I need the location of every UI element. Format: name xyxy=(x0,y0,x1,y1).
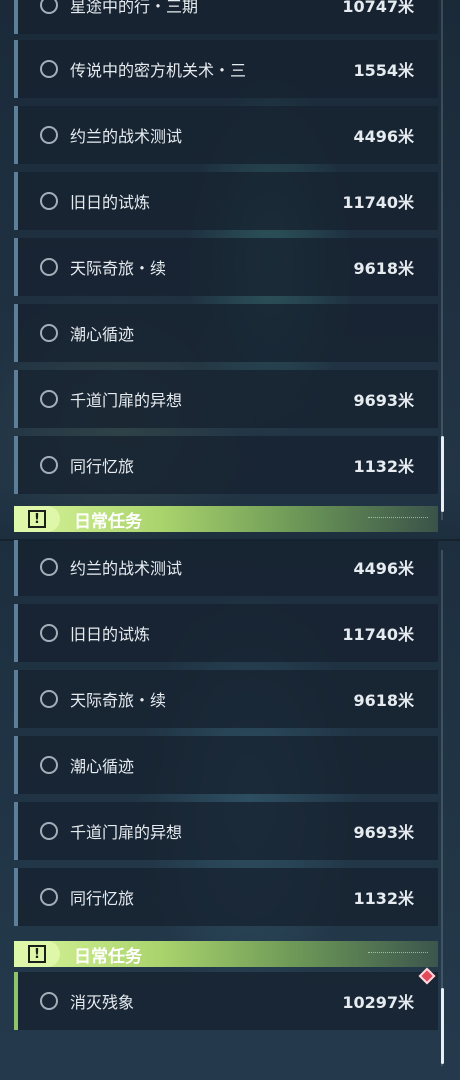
radio-circle-icon xyxy=(40,192,58,210)
quest-row[interactable]: 千道门扉的异想 9693米 xyxy=(14,370,438,428)
quest-row[interactable]: 同行忆旅 1132米 xyxy=(14,436,438,494)
quest-name: 潮心循迹 xyxy=(70,325,135,344)
quest-distance: 1132米 xyxy=(353,889,414,908)
radio-circle-icon xyxy=(40,324,58,342)
quest-distance: 10297米 xyxy=(342,993,414,1012)
quest-name: 旧日的试炼 xyxy=(70,193,151,212)
section-title: 日常任务 xyxy=(74,511,142,532)
section-header-daily[interactable]: ! 日常任务 xyxy=(14,506,438,532)
radio-circle-icon xyxy=(40,126,58,144)
radio-circle-icon xyxy=(40,258,58,276)
daily-quest-row[interactable]: 消灭残象 10297米 xyxy=(14,972,438,1030)
quest-distance: 11740米 xyxy=(342,625,414,644)
quest-row[interactable]: 千道门扉的异想 9693米 xyxy=(14,802,438,860)
radio-circle-icon xyxy=(40,822,58,840)
quest-name: 同行忆旅 xyxy=(70,889,135,908)
exclamation-icon: ! xyxy=(14,941,60,967)
quest-row[interactable]: 潮心循迹 xyxy=(14,304,438,362)
scrollbar-thumb[interactable] xyxy=(441,988,444,1064)
quest-name: 约兰的战术测试 xyxy=(70,127,183,146)
radio-circle-icon xyxy=(40,0,58,14)
radio-circle-icon xyxy=(40,690,58,708)
radio-circle-icon xyxy=(40,60,58,78)
radio-circle-icon xyxy=(40,456,58,474)
quest-list-panel-top: 星途中的行・三期 10747米 传说中的密方机关术・三 1554米 约兰的战术测… xyxy=(0,0,460,540)
section-header-daily[interactable]: ! 日常任务 xyxy=(14,941,438,967)
quest-list-panel-bottom: 约兰的战术测试 4496米 旧日的试炼 11740米 天际奇旅・续 9618米 … xyxy=(0,540,460,1080)
radio-circle-icon xyxy=(40,992,58,1010)
quest-name: 消灭残象 xyxy=(70,993,135,1012)
quest-distance: 4496米 xyxy=(353,127,414,146)
quest-row[interactable]: 天际奇旅・续 9618米 xyxy=(14,670,438,728)
quest-name: 星途中的行・三期 xyxy=(70,0,199,16)
decorative-line xyxy=(368,517,428,520)
quest-row[interactable]: 约兰的战术测试 4496米 xyxy=(14,106,438,164)
quest-name: 约兰的战术测试 xyxy=(70,559,183,578)
section-title: 日常任务 xyxy=(74,946,142,967)
quest-name: 千道门扉的异想 xyxy=(70,391,183,410)
radio-circle-icon xyxy=(40,756,58,774)
quest-name: 同行忆旅 xyxy=(70,457,135,476)
quest-row[interactable]: 旧日的试炼 11740米 xyxy=(14,172,438,230)
quest-row[interactable]: 旧日的试炼 11740米 xyxy=(14,604,438,662)
quest-row[interactable]: 约兰的战术测试 4496米 xyxy=(14,540,438,596)
quest-name: 旧日的试炼 xyxy=(70,625,151,644)
quest-name: 传说中的密方机关术・三 xyxy=(70,61,247,80)
scrollbar-thumb[interactable] xyxy=(441,436,444,512)
quest-distance: 9693米 xyxy=(353,823,414,842)
decorative-line xyxy=(368,952,428,955)
quest-row[interactable]: 星途中的行・三期 10747米 xyxy=(14,0,438,34)
quest-row[interactable]: 天际奇旅・续 9618米 xyxy=(14,238,438,296)
quest-name: 潮心循迹 xyxy=(70,757,135,776)
quest-distance: 10747米 xyxy=(342,0,414,16)
quest-distance: 1132米 xyxy=(353,457,414,476)
exclamation-icon: ! xyxy=(14,506,60,532)
quest-name: 天际奇旅・续 xyxy=(70,259,167,278)
quest-distance: 11740米 xyxy=(342,193,414,212)
radio-circle-icon xyxy=(40,558,58,576)
quest-row[interactable]: 潮心循迹 xyxy=(14,736,438,794)
quest-name: 千道门扉的异想 xyxy=(70,823,183,842)
quest-row[interactable]: 传说中的密方机关术・三 1554米 xyxy=(14,40,438,98)
radio-circle-icon xyxy=(40,624,58,642)
radio-circle-icon xyxy=(40,888,58,906)
radio-circle-icon xyxy=(40,390,58,408)
quest-distance: 1554米 xyxy=(353,61,414,80)
quest-distance: 9618米 xyxy=(353,691,414,710)
quest-distance: 4496米 xyxy=(353,559,414,578)
quest-distance: 9618米 xyxy=(353,259,414,278)
quest-name: 天际奇旅・续 xyxy=(70,691,167,710)
quest-row[interactable]: 同行忆旅 1132米 xyxy=(14,868,438,926)
quest-distance: 9693米 xyxy=(353,391,414,410)
